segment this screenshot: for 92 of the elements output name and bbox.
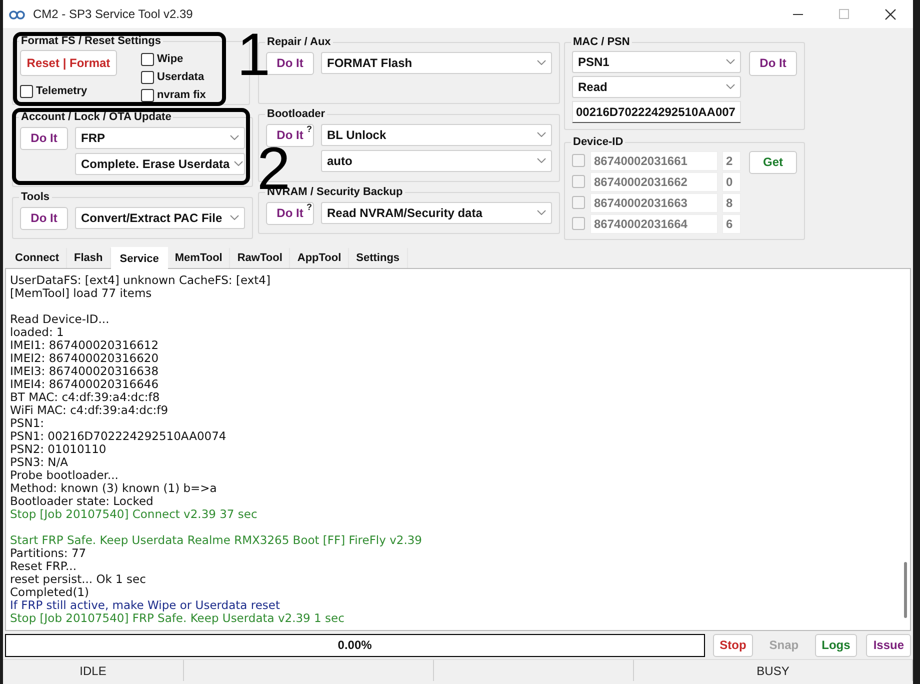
log-line: reset persist... Ok 1 sec — [10, 573, 146, 586]
tab[interactable]: Service — [110, 247, 168, 269]
checkbox[interactable] — [572, 196, 585, 209]
log-line: Partitions: 77 — [10, 547, 86, 560]
do-it-button[interactable]: Do It $^{?}$ — [266, 202, 314, 224]
group-title: Format FS / Reset Settings — [20, 34, 162, 49]
log-line: PSN2: 01010110 — [10, 443, 106, 456]
id-field[interactable]: 86740002031661 — [590, 150, 718, 170]
log-line: BT MAC: c4:df:39:a4:dc:f8 — [10, 391, 160, 404]
dropdown[interactable]: PSN1 — [572, 50, 741, 72]
dropdown[interactable]: Read — [572, 76, 741, 98]
log-line: Method: known (3) known (1) b=>a — [10, 482, 217, 495]
progress-percent: 0.00% — [338, 637, 372, 654]
app-logo-icon — [9, 8, 25, 20]
log-line: Stop [Job 20107540] FRP Safe. Keep Userdata v2.39 1 sec — [10, 612, 344, 625]
log-line: Probe bootloader... — [10, 469, 118, 482]
id-field[interactable]: 86740002031663 — [590, 192, 718, 212]
log-line: loaded: 1 — [10, 326, 64, 339]
annotation-number: 1 — [237, 32, 265, 78]
dropdown[interactable]: Convert/Extract PAC File — [75, 206, 245, 228]
checkbox[interactable] — [572, 175, 585, 188]
id-field[interactable]: 86740002031662 — [590, 172, 718, 192]
log-line: IMEI2: 867400020316620 — [10, 352, 159, 365]
chevron-icon — [234, 161, 243, 166]
log-line: [MemTool] load 77 items — [10, 287, 152, 300]
checkbox[interactable] — [20, 85, 33, 98]
checkbox-label[interactable]: Telemetry — [36, 83, 88, 100]
checkbox[interactable] — [572, 154, 585, 167]
log-line: Read Device-ID... — [10, 311, 110, 326]
log-line: IMEI4: 867400020316646 — [10, 378, 159, 391]
digit-field[interactable]: 6 — [722, 214, 741, 234]
do-it-button[interactable]: Get — [749, 150, 797, 174]
action-button[interactable]: Stop — [712, 634, 754, 656]
dropdown[interactable]: auto — [321, 150, 552, 172]
log-line: Completed(1) — [10, 586, 90, 599]
dropdown[interactable]: FORMAT Flash — [321, 52, 552, 74]
id-field[interactable]: 86740002031664 — [590, 214, 718, 234]
chevron-icon — [537, 210, 546, 215]
text-field[interactable]: 00216D702224292510AA007 — [572, 100, 741, 122]
group-title: Tools — [20, 190, 51, 205]
log-line: Stop [Job 20107540] Connect v2.39 37 sec — [10, 508, 258, 521]
checkbox[interactable] — [141, 71, 154, 84]
scrollbar-thumb[interactable] — [904, 562, 907, 618]
chevron-icon — [537, 60, 546, 65]
checkbox-label[interactable]: nvram fix — [157, 87, 206, 104]
chevron-icon — [230, 215, 239, 220]
checkbox[interactable] — [572, 217, 585, 230]
close-icon — [884, 8, 896, 20]
log-line: PSN1: — [10, 417, 44, 430]
checkbox-label[interactable]: Wipe — [157, 51, 184, 68]
log-line: If FRP still active, make Wipe or Userdata reset — [10, 599, 280, 612]
log-line: IMEI3: 867400020316638 — [10, 365, 159, 378]
group-title: Device-ID — [572, 135, 624, 150]
checkbox[interactable] — [141, 89, 154, 102]
chevron-icon — [537, 132, 546, 137]
group-title: MAC / PSN — [572, 35, 631, 50]
log-line: PSN1: 00216D702224292510AA0074 — [10, 430, 226, 443]
log-line: Bootloader state: Locked — [10, 495, 154, 508]
do-it-button[interactable]: Do It — [749, 50, 797, 76]
log-line: UserDataFS: [ext4] unknown CacheFS: [ext4] — [10, 274, 270, 287]
log-line: WiFi MAC: c4:df:39:a4:dc:f9 — [10, 404, 168, 417]
chevron-icon — [726, 84, 735, 89]
group-title: Account / Lock / OTA Update — [20, 110, 172, 125]
log-line: IMEI1: 867400020316612 — [10, 339, 159, 352]
group-title: Repair / Aux — [267, 36, 332, 48]
do-it-button[interactable]: Do It — [20, 126, 68, 150]
window-title: CM2 - SP3 Service Tool v2.39 — [33, 6, 193, 23]
group-title: Bootloader — [266, 107, 326, 122]
chevron-icon — [537, 158, 546, 163]
log-line: PSN3: N/A — [10, 456, 68, 469]
do-it-button[interactable]: Do It — [20, 206, 68, 230]
digit-field[interactable]: 0 — [722, 172, 741, 192]
dropdown[interactable]: FRP — [75, 126, 245, 148]
digit-field[interactable]: 8 — [722, 192, 741, 212]
chevron-icon — [726, 59, 735, 64]
do-it-button[interactable]: Do It — [266, 52, 314, 74]
status-text: IDLE — [80, 662, 106, 680]
maximize-icon — [839, 9, 849, 19]
status-text: BUSY — [756, 662, 790, 680]
dropdown[interactable]: Complete. Erase Userdata — [75, 152, 245, 174]
checkbox[interactable] — [141, 53, 154, 66]
log-line: Reset FRP... — [10, 560, 76, 573]
dropdown[interactable]: Read NVRAM/Security data — [321, 202, 552, 224]
dropdown[interactable]: BL Unlock — [321, 124, 552, 146]
digit-field[interactable]: 2 — [722, 150, 741, 170]
chevron-icon — [230, 135, 239, 140]
log-line: Start FRP Safe. Keep Userdata Realme RMX3265 Boot [FF] FireFly v2.39 — [10, 532, 422, 547]
do-it-button[interactable]: Do It $^{?}$ — [266, 124, 314, 146]
action-button[interactable]: Issue — [866, 634, 911, 656]
action-button[interactable]: Logs — [814, 634, 858, 656]
reset-format-button[interactable]: Reset | Format — [20, 50, 117, 76]
checkbox-label[interactable]: Userdata — [157, 69, 204, 86]
